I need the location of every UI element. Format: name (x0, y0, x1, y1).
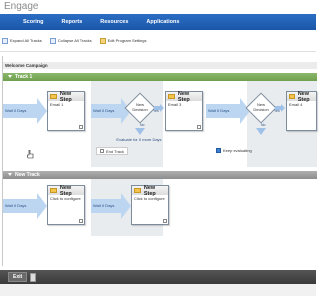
decision-line2: Decision (253, 107, 269, 112)
wait-arrow-t2-1[interactable]: Wait 0 Days (3, 193, 47, 219)
yes-arrow (154, 104, 164, 112)
step-title: New Step (59, 90, 72, 103)
track1-title: Track 1 (15, 74, 33, 80)
end-icon (100, 149, 104, 153)
no-arrow (256, 128, 266, 135)
wait-label: Wait 0 Days (93, 108, 115, 113)
expand-icon (2, 37, 8, 44)
edit-icon (99, 37, 106, 44)
step-menu-icon[interactable] (79, 125, 83, 129)
folder-icon (134, 188, 141, 193)
folder-icon (289, 94, 295, 99)
nav-item-reports[interactable]: Reports (52, 19, 91, 25)
collapse-arrow-icon[interactable] (8, 75, 12, 79)
track1-body: Wait 0 Days New Step Email 1 Wait 0 Days… (3, 81, 317, 167)
track1-header[interactable]: Track 1 (3, 73, 317, 81)
wait-arrow-2[interactable]: Wait 0 Days (91, 98, 131, 124)
wait-arrow-t2-2[interactable]: Wait 0 Days (91, 193, 131, 219)
step-box-configure-1[interactable]: New Step Click to configure (47, 185, 85, 225)
collapse-all-label: Collapse All Tracks (57, 38, 92, 43)
wait-label: Wait 0 Days (208, 108, 230, 113)
wait-label: Wait 0 Days (93, 203, 115, 208)
step-subtitle: Click to configure (50, 196, 81, 201)
hand-cursor-icon (27, 150, 34, 159)
collapse-arrow-icon[interactable] (8, 173, 12, 177)
yes-arrow (275, 104, 285, 112)
step-title: New Step (143, 184, 156, 197)
nav-item-scoring[interactable]: Scoring (14, 19, 52, 25)
wait-label: Wait 0 Days (5, 203, 27, 208)
footer-strip (0, 284, 316, 296)
decision-line2: Decision (132, 107, 148, 112)
wait-label: Wait 0 Days (5, 108, 27, 113)
door-icon[interactable] (30, 272, 37, 282)
step-menu-icon[interactable] (197, 125, 201, 129)
step-box-email-1[interactable]: New Step Email 1 (47, 91, 85, 131)
track2-header[interactable]: New Track (3, 171, 317, 179)
folder-icon (168, 94, 175, 99)
folder-icon (50, 188, 57, 193)
collapse-all-button[interactable]: Collapse All Tracks (49, 37, 92, 44)
end-track-label: End Track (106, 148, 125, 154)
step-menu-icon[interactable] (79, 219, 83, 223)
nav-item-resources[interactable]: Resources (91, 19, 137, 25)
no-label: No (140, 123, 145, 127)
step-title: New Step (297, 90, 310, 103)
loop-icon (216, 148, 221, 153)
decision-label-2: New Decision (248, 102, 274, 112)
evaluate-label: Evaluate for 0 more Days (116, 137, 162, 142)
bottom-bar: Exit (0, 270, 316, 284)
wait-arrow-3[interactable]: Wait 0 Days (206, 98, 250, 124)
wait-arrow-1[interactable]: Wait 0 Days (3, 98, 47, 124)
track2-title: New Track (15, 172, 40, 178)
step-subtitle: Click to configure (134, 196, 165, 201)
main-nav: Scoring Reports Resources Applications (0, 14, 316, 30)
edit-settings-label: Edit Program Settings (107, 38, 147, 43)
step-menu-icon[interactable] (163, 219, 167, 223)
keep-evaluating-node[interactable]: Keep evaluating (216, 148, 252, 153)
campaign-title: Welcome Campaign (3, 62, 317, 69)
step-title: New Step (177, 90, 190, 103)
expand-all-button[interactable]: Expand All Tracks (2, 37, 42, 44)
track2-body: Wait 0 Days New Step Click to configure … (3, 179, 317, 236)
end-track-node[interactable]: End Track (96, 147, 129, 155)
toolbar: Expand All Tracks Collapse All Tracks Ed… (0, 30, 316, 52)
edit-settings-button[interactable]: Edit Program Settings (99, 37, 147, 44)
expand-all-label: Expand All Tracks (10, 38, 42, 43)
no-label: No (261, 123, 266, 127)
no-arrow (135, 128, 145, 135)
app-title: Engage (4, 1, 39, 12)
step-box-email-4[interactable]: New Step Email 4 (286, 91, 317, 131)
collapse-icon (49, 37, 56, 44)
step-box-configure-2[interactable]: New Step Click to configure (131, 185, 169, 225)
decision-label-1: New Decision (127, 102, 153, 112)
folder-icon (50, 94, 57, 99)
nav-item-applications[interactable]: Applications (137, 19, 188, 25)
step-title: New Step (59, 184, 72, 197)
program-canvas: Welcome Campaign Track 1 Wait 0 Days New… (2, 56, 317, 266)
keep-evaluating-label: Keep evaluating (223, 148, 252, 153)
step-box-email-3[interactable]: New Step Email 3 (165, 91, 203, 131)
exit-button[interactable]: Exit (8, 272, 28, 282)
